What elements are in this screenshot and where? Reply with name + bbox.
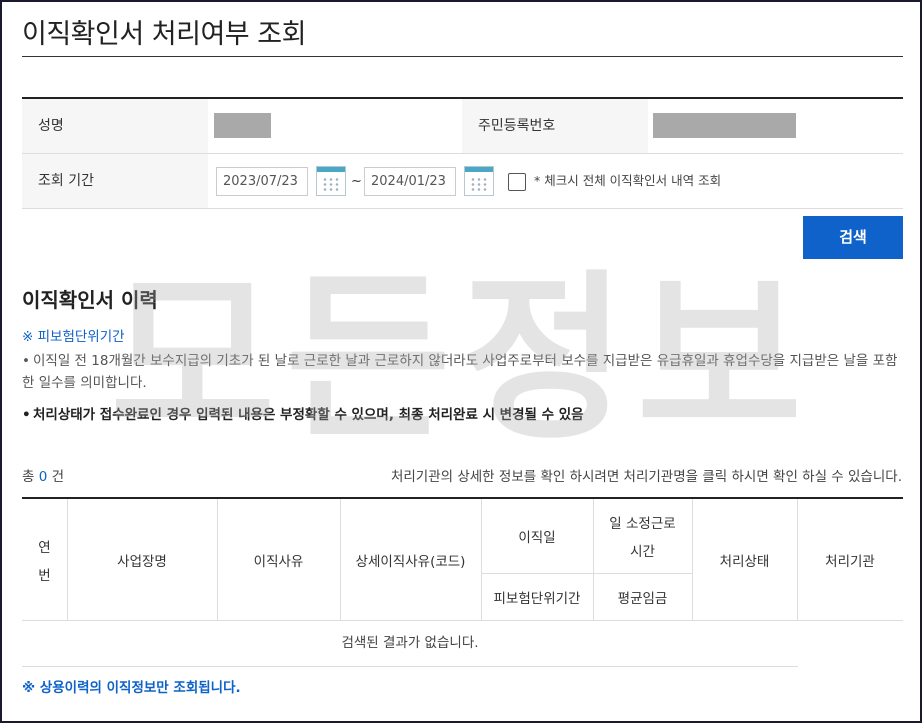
header-detail-reason: 상세이직사유(코드) [355, 554, 466, 570]
header-reason: 이직사유 [253, 554, 304, 570]
count-suffix: 건 [51, 469, 65, 485]
date-range-separator: ~ [351, 174, 362, 189]
empty-result-message: 검색된 결과가 없습니다. [22, 620, 798, 667]
header-agency: 처리기관 [825, 554, 875, 570]
calendar-to-icon[interactable] [464, 166, 494, 196]
note-bullet-1-text: 이직일 전 18개월간 보수지급의 기초가 된 날로 근로한 날과 근로하지 않… [22, 353, 898, 391]
count-value: 0 [38, 469, 48, 485]
note-bullet-1: • 이직일 전 18개월간 보수지급의 기초가 된 날로 근로한 날과 근로하지 … [22, 350, 902, 394]
table-divider [797, 499, 798, 621]
table-divider [217, 499, 218, 621]
header-seq-line2: 번 [38, 568, 51, 584]
history-table: 연 번 사업장명 이직사유 상세이직사유(코드) 이직일 피보험단위기간 일 소… [22, 497, 903, 621]
result-count: 총 0 건 [22, 465, 64, 485]
bullet-dot: • [22, 407, 31, 423]
header-status: 처리상태 [719, 554, 770, 570]
date-to-input[interactable]: 2024/01/23 [364, 167, 456, 196]
table-divider [593, 499, 594, 621]
header-workplace: 사업장명 [117, 554, 167, 570]
rrn-value-masked [653, 113, 796, 138]
table-divider [481, 573, 692, 574]
header-avg-wage: 평균임금 [617, 591, 668, 607]
header-seq: 연 번 [22, 499, 67, 621]
table-divider [692, 499, 693, 621]
agency-info-text: 처리기관의 상세한 정보를 확인 하시려면 처리기관명을 클릭 하시면 확인 하… [390, 469, 902, 485]
header-seq-line1: 연 [38, 540, 51, 556]
count-prefix: 총 [22, 469, 35, 485]
table-divider [67, 499, 68, 621]
footer-note: ※ 상용이력의 이직정보만 조회됩니다. [22, 680, 241, 696]
bullet-dot: • [22, 353, 30, 369]
name-value-masked [214, 113, 271, 138]
note-bullet-2: • 처리상태가 접수완료인 경우 입력된 내용은 부정확할 수 있으며, 최종 처… [22, 404, 902, 426]
header-daily-hours-line2: 시간 [630, 544, 655, 560]
name-label: 성명 [22, 99, 208, 153]
header-insured-period: 피보험단위기간 [493, 591, 581, 607]
header-daily-hours-line1: 일 소정근로 [609, 516, 676, 532]
page-title: 이직확인서 처리여부 조회 [22, 19, 306, 50]
search-button[interactable]: 검색 [803, 216, 903, 259]
note-heading: ※ 피보험단위기간 [22, 329, 125, 345]
title-divider [22, 56, 903, 57]
note-bullet-2-text: 처리상태가 접수완료인 경우 입력된 내용은 부정확할 수 있으며, 최종 처리… [33, 407, 584, 423]
search-form: 성명 주민등록번호 조회 기간 2023/07/23 ~ 2024/01/23 … [22, 97, 903, 209]
header-leave-date: 이직일 [518, 530, 556, 546]
header-daily-hours: 일 소정근로 시간 [593, 499, 692, 573]
table-divider [340, 499, 341, 621]
check-all-checkbox[interactable] [508, 173, 526, 191]
form-row-identity: 성명 주민등록번호 [22, 99, 903, 154]
rrn-label: 주민등록번호 [462, 99, 648, 153]
calendar-from-icon[interactable] [316, 166, 346, 196]
date-from-input[interactable]: 2023/07/23 [216, 167, 308, 196]
period-label: 조회 기간 [22, 154, 208, 208]
section-title: 이직확인서 이력 [22, 288, 158, 312]
check-all-label: * 체크시 전체 이직확인서 내역 조회 [534, 173, 722, 188]
table-divider [481, 499, 482, 621]
form-row-period: 조회 기간 2023/07/23 ~ 2024/01/23 * 체크시 전체 이… [22, 154, 903, 209]
